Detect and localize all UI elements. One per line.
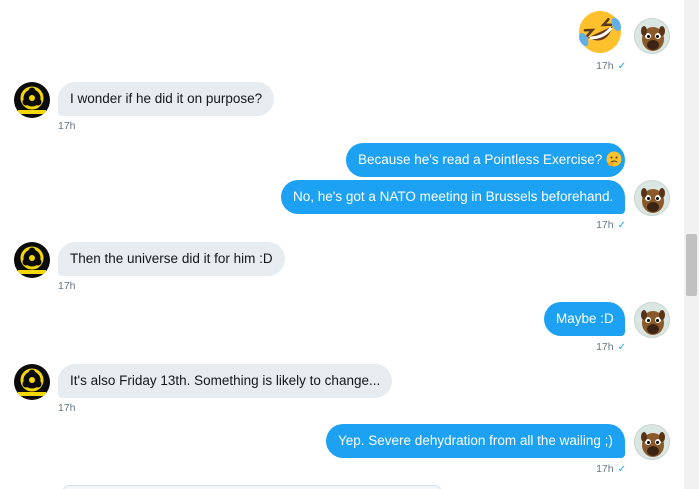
rolling-laughing-emoji [579, 11, 621, 53]
message-thread: 17h ✓ I wonder if he did it on purpose? 1… [0, 0, 684, 489]
biohazard-icon [18, 368, 46, 396]
biohazard-icon [18, 86, 46, 114]
message-timestamp: 17h [58, 402, 76, 414]
checkmark-icon: ✓ [617, 220, 626, 231]
dog-icon [641, 310, 665, 335]
outgoing-message[interactable]: Because he's read a Pointless Exercise? [346, 143, 625, 177]
my-avatar[interactable] [634, 18, 670, 54]
message-timestamp: 17h ✓ [596, 60, 626, 72]
other-avatar[interactable] [14, 364, 50, 400]
dog-icon [641, 188, 665, 213]
my-avatar[interactable] [634, 180, 670, 216]
message-timestamp: 17h ✓ [596, 463, 626, 475]
incoming-message[interactable]: It's also Friday 13th. Something is like… [58, 364, 393, 398]
thinking-face-icon [606, 151, 622, 167]
scrollbar-thumb[interactable] [686, 234, 697, 296]
incoming-message[interactable]: Then the universe did it for him :D [58, 242, 285, 276]
incoming-message[interactable]: I wonder if he did it on purpose? [58, 82, 275, 116]
my-avatar[interactable] [634, 424, 670, 460]
message-timestamp: 17h ✓ [596, 341, 626, 353]
biohazard-icon [18, 246, 46, 274]
other-avatar[interactable] [14, 82, 50, 118]
message-timestamp: 17h ✓ [596, 219, 626, 231]
checkmark-icon: ✓ [617, 464, 626, 475]
outgoing-message[interactable]: Maybe :D [544, 302, 625, 336]
outgoing-message[interactable]: Yep. Severe dehydration from all the wai… [326, 424, 625, 458]
checkmark-icon: ✓ [617, 342, 626, 353]
checkmark-icon: ✓ [617, 61, 626, 72]
message-timestamp: 17h [58, 120, 76, 132]
partial-next-message [62, 485, 442, 489]
my-avatar[interactable] [634, 302, 670, 338]
outgoing-message[interactable]: No, he's got a NATO meeting in Brussels … [281, 180, 625, 214]
dog-icon [641, 26, 665, 51]
dog-icon [641, 432, 665, 457]
other-avatar[interactable] [14, 242, 50, 278]
message-timestamp: 17h [58, 280, 76, 292]
